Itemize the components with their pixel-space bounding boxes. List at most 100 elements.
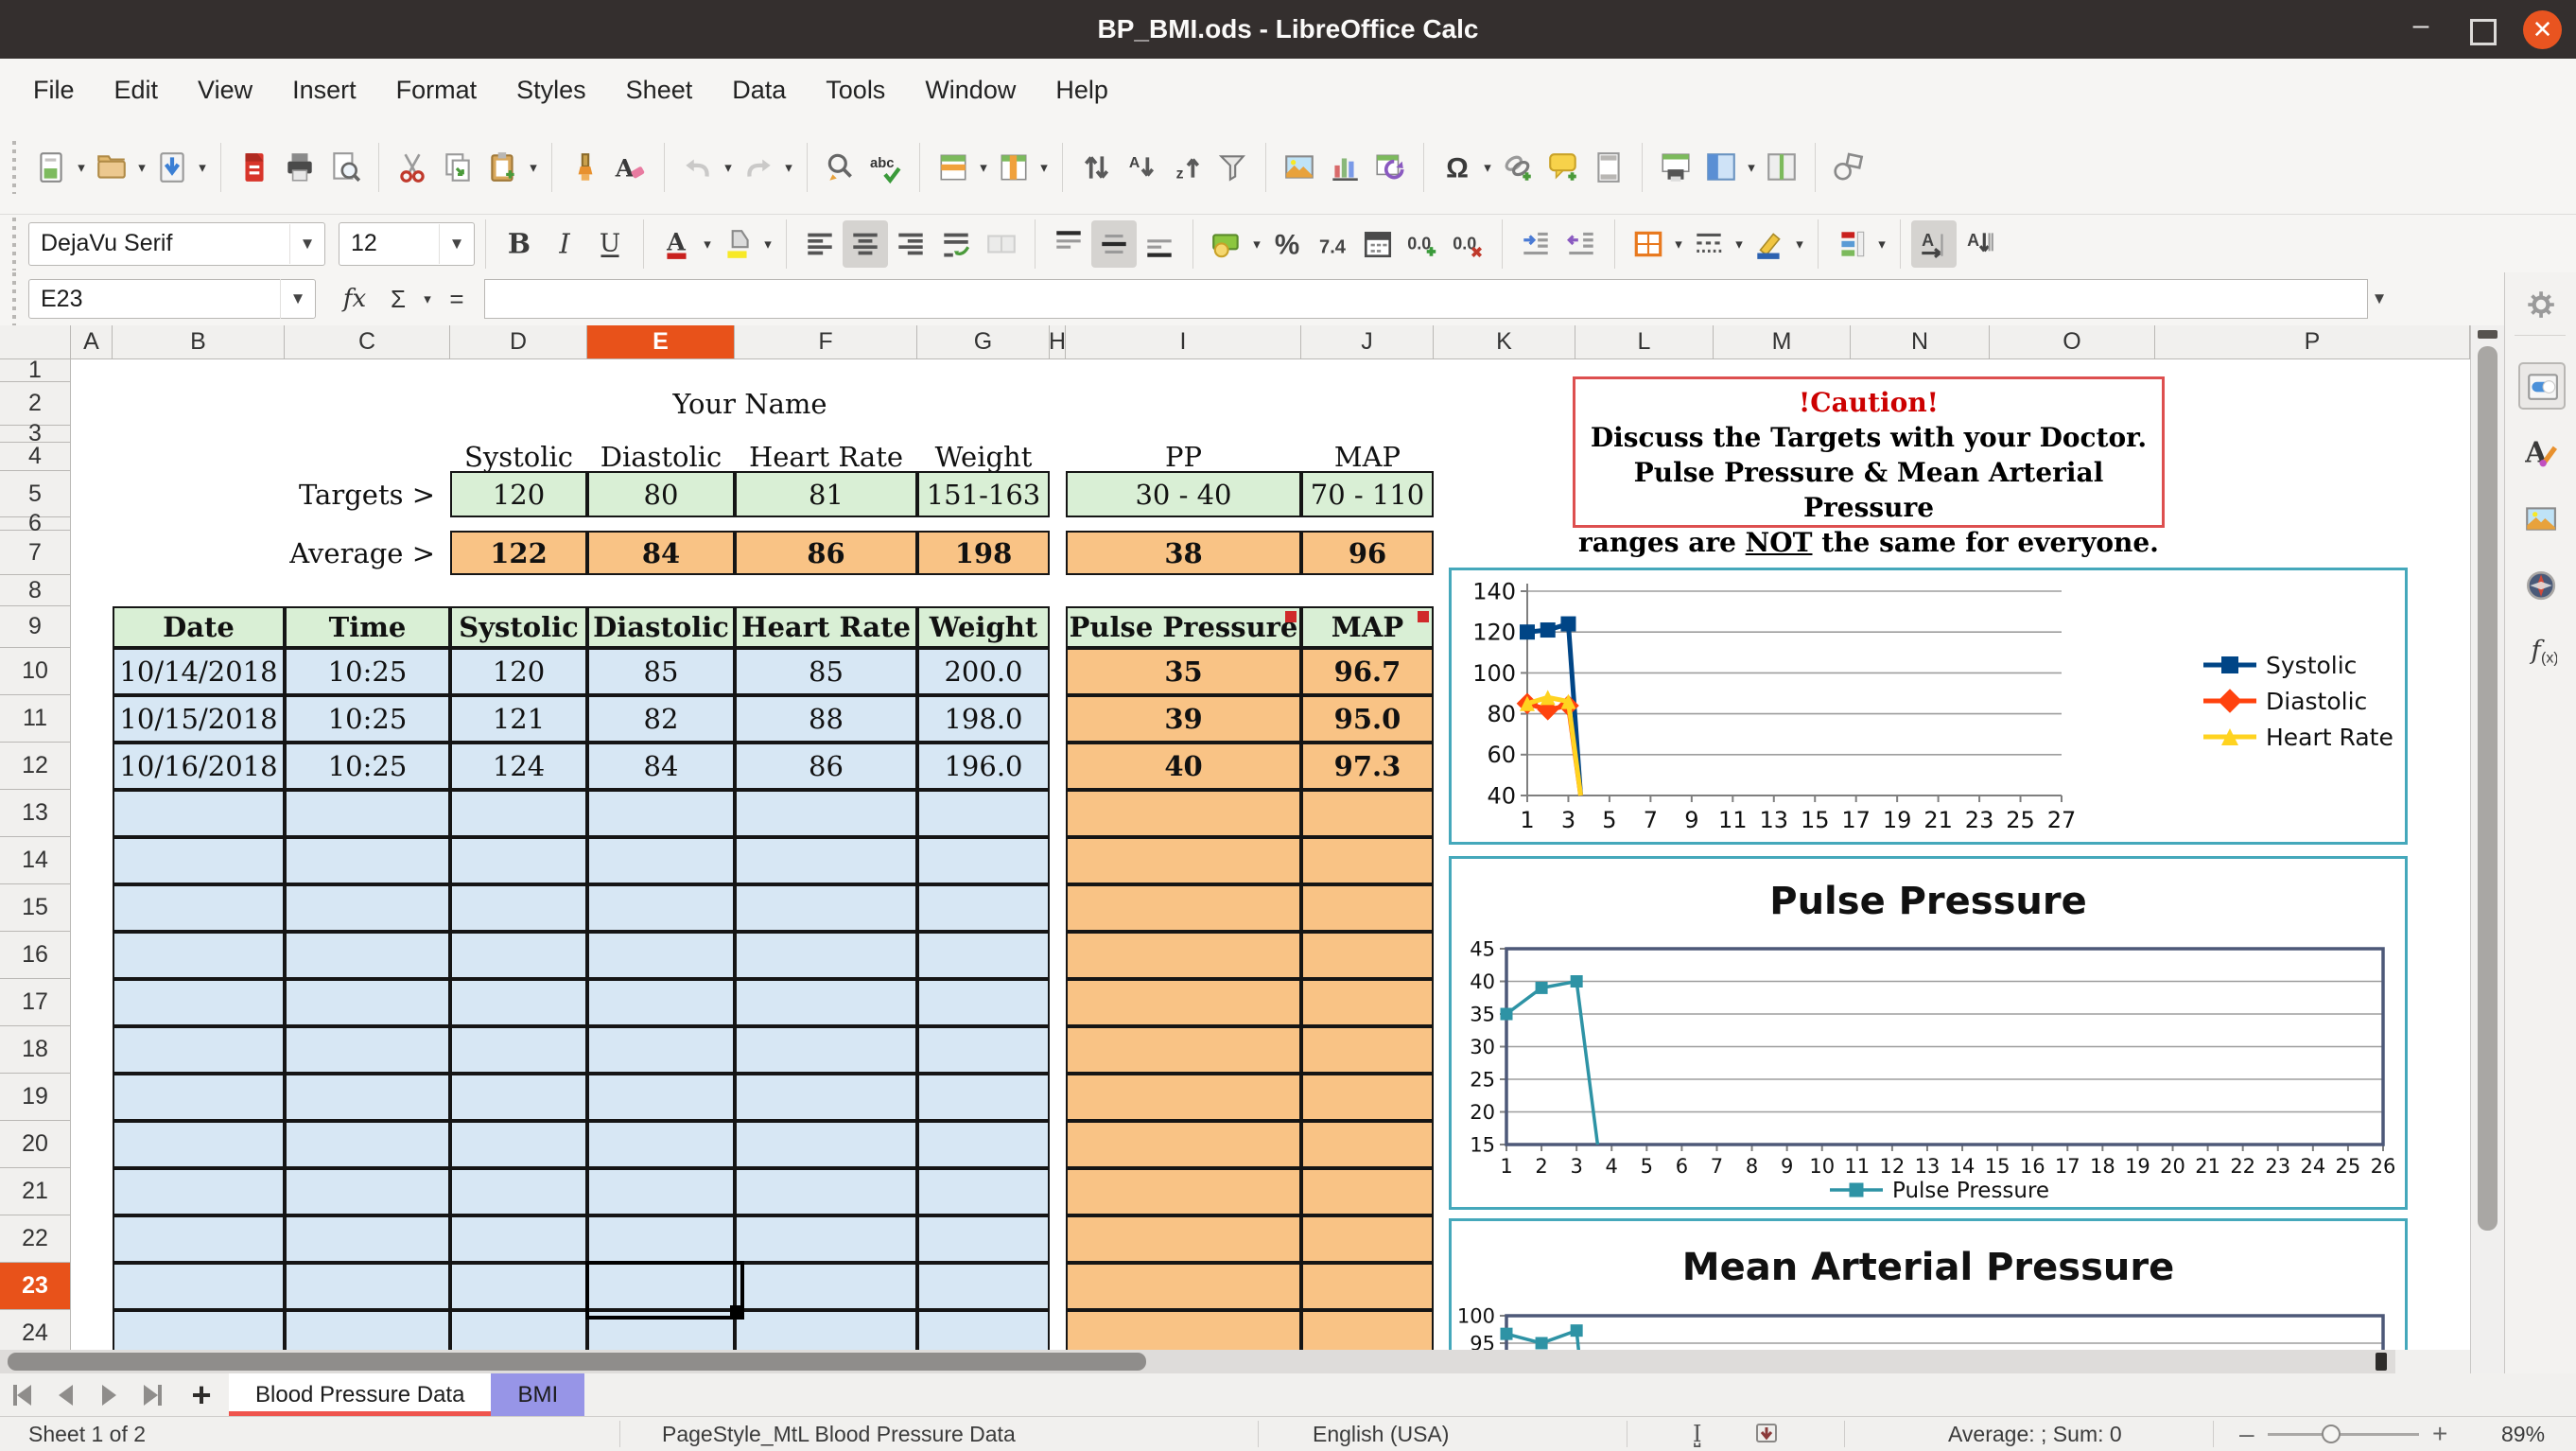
log-cell-I17[interactable] xyxy=(1066,979,1301,1026)
row-header-11[interactable]: 11 xyxy=(0,695,71,743)
add-decimal-place-icon[interactable]: 0.0 xyxy=(1401,220,1446,268)
log-cell-I22[interactable] xyxy=(1066,1215,1301,1263)
cell-your-name[interactable]: Your Name xyxy=(450,382,1050,426)
zoom-slider-knob[interactable] xyxy=(2322,1425,2341,1443)
target-value-F[interactable]: 81 xyxy=(735,471,917,517)
horizontal-scrollbar-thumb[interactable] xyxy=(8,1353,1146,1371)
redo-dropdown-arrow[interactable]: ▾ xyxy=(781,159,796,176)
paste-dropdown-arrow[interactable]: ▾ xyxy=(526,159,541,176)
gallery-icon[interactable] xyxy=(2518,497,2562,540)
row-header-16[interactable]: 16 xyxy=(0,932,71,979)
log-cell-E11[interactable]: 82 xyxy=(587,695,735,743)
special-character-dropdown-arrow[interactable]: ▾ xyxy=(1480,159,1495,176)
column-header-C[interactable]: C xyxy=(285,325,450,359)
log-cell-D24[interactable] xyxy=(450,1310,587,1350)
log-cell-C11[interactable]: 10:25 xyxy=(285,695,450,743)
log-cell-F20[interactable] xyxy=(735,1121,917,1168)
log-cell-D14[interactable] xyxy=(450,837,587,884)
log-cell-C18[interactable] xyxy=(285,1026,450,1074)
italic-icon[interactable]: I xyxy=(542,220,587,268)
log-cell-J15[interactable] xyxy=(1301,884,1434,932)
menu-tools[interactable]: Tools xyxy=(806,59,905,121)
log-cell-I14[interactable] xyxy=(1066,837,1301,884)
autofilter-icon[interactable] xyxy=(1210,144,1255,191)
menu-data[interactable]: Data xyxy=(712,59,806,121)
column-header-G[interactable]: G xyxy=(917,325,1050,359)
freeze-rows-columns-icon[interactable] xyxy=(1698,144,1744,191)
font-size-combo[interactable]: 12 ▼ xyxy=(339,221,475,266)
metric-header-weight[interactable]: Weight xyxy=(917,441,1050,473)
log-cell-C12[interactable]: 10:25 xyxy=(285,743,450,790)
log-cell-B11[interactable]: 10/15/2018 xyxy=(113,695,285,743)
scrollbar-end-handle[interactable] xyxy=(2376,1353,2387,1371)
log-cell-B12[interactable]: 10/16/2018 xyxy=(113,743,285,790)
log-cell-B17[interactable] xyxy=(113,979,285,1026)
log-cell-C10[interactable]: 10:25 xyxy=(285,648,450,695)
column-header-F[interactable]: F xyxy=(735,325,917,359)
metric-header-map[interactable]: MAP xyxy=(1301,441,1434,473)
save-icon[interactable] xyxy=(149,144,195,191)
log-cell-E22[interactable] xyxy=(587,1215,735,1263)
paste-icon[interactable] xyxy=(480,144,526,191)
format-as-currency-icon[interactable] xyxy=(1204,220,1249,268)
log-cell-J19[interactable] xyxy=(1301,1074,1434,1121)
log-cell-D15[interactable] xyxy=(450,884,587,932)
row-header-12[interactable]: 12 xyxy=(0,743,71,790)
language-status[interactable]: English (USA) xyxy=(1313,1417,1449,1451)
row-header-15[interactable]: 15 xyxy=(0,884,71,932)
log-cell-G12[interactable]: 196.0 xyxy=(917,743,1050,790)
log-cell-E20[interactable] xyxy=(587,1121,735,1168)
metric-header-heart-rate[interactable]: Heart Rate xyxy=(735,441,917,473)
mean-arterial-pressure-chart[interactable]: Mean Arterial Pressure606570758085909510… xyxy=(1449,1218,2408,1350)
log-cell-D18[interactable] xyxy=(450,1026,587,1074)
spelling-icon[interactable]: abc xyxy=(863,144,909,191)
log-cell-I23[interactable] xyxy=(1066,1263,1301,1310)
target-value-J[interactable]: 70 - 110 xyxy=(1301,471,1434,517)
align-bottom-icon[interactable] xyxy=(1137,220,1182,268)
save-status-icon[interactable] xyxy=(1754,1417,1779,1451)
insert-mode-icon[interactable]: I̺ xyxy=(1693,1417,1701,1451)
row-header-14[interactable]: 14 xyxy=(0,837,71,884)
target-value-I[interactable]: 30 - 40 xyxy=(1066,471,1301,517)
row-header-20[interactable]: 20 xyxy=(0,1121,71,1168)
row-header-8[interactable]: 8 xyxy=(0,575,71,606)
average-value-J[interactable]: 96 xyxy=(1301,531,1434,575)
row-header-9[interactable]: 9 xyxy=(0,606,71,648)
log-header-time[interactable]: Time xyxy=(285,606,450,648)
column-header-O[interactable]: O xyxy=(1990,325,2155,359)
conditional-formatting-icon[interactable] xyxy=(1829,220,1874,268)
format-as-date-icon[interactable] xyxy=(1355,220,1401,268)
log-header-date[interactable]: Date xyxy=(113,606,285,648)
log-cell-D16[interactable] xyxy=(450,932,587,979)
menu-view[interactable]: View xyxy=(178,59,272,121)
chevron-down-icon[interactable]: ▼ xyxy=(289,223,324,264)
copy-icon[interactable] xyxy=(435,144,480,191)
font-name-combo[interactable]: DejaVu Serif ▼ xyxy=(28,221,325,266)
log-cell-D20[interactable] xyxy=(450,1121,587,1168)
insert-image-icon[interactable] xyxy=(1277,144,1322,191)
pulse-pressure-chart[interactable]: Pulse Pressure 15 20 25 30 35 40 45 1 2 3 4 5 6 7 8 9 10 1… xyxy=(1449,856,2408,1210)
clear-formatting-icon[interactable]: A xyxy=(608,144,653,191)
vertical-scrollbar-thumb[interactable] xyxy=(2478,346,2498,1231)
styles-icon[interactable]: A xyxy=(2518,430,2562,474)
log-cell-J18[interactable] xyxy=(1301,1026,1434,1074)
menu-format[interactable]: Format xyxy=(376,59,497,121)
sort-icon[interactable] xyxy=(1073,144,1119,191)
log-cell-C17[interactable] xyxy=(285,979,450,1026)
menu-styles[interactable]: Styles xyxy=(496,59,606,121)
function-wizard-button[interactable]: fx xyxy=(333,285,376,313)
formula-button[interactable]: = xyxy=(435,285,479,314)
text-direction-ttb-icon[interactable]: A xyxy=(1957,220,2002,268)
pivot-table-icon[interactable] xyxy=(1367,144,1413,191)
navigator-icon[interactable] xyxy=(2518,563,2562,606)
log-cell-D10[interactable]: 120 xyxy=(450,648,587,695)
log-cell-C23[interactable] xyxy=(285,1263,450,1310)
log-cell-J20[interactable] xyxy=(1301,1121,1434,1168)
define-print-area-icon[interactable] xyxy=(1653,144,1698,191)
open-icon[interactable] xyxy=(89,144,134,191)
row-header-17[interactable]: 17 xyxy=(0,979,71,1026)
log-cell-D12[interactable]: 124 xyxy=(450,743,587,790)
split-handle[interactable] xyxy=(2478,330,2498,339)
row-header-7[interactable]: 7 xyxy=(0,531,71,575)
freeze-rows-columns-dropdown-arrow[interactable]: ▾ xyxy=(1744,159,1759,176)
